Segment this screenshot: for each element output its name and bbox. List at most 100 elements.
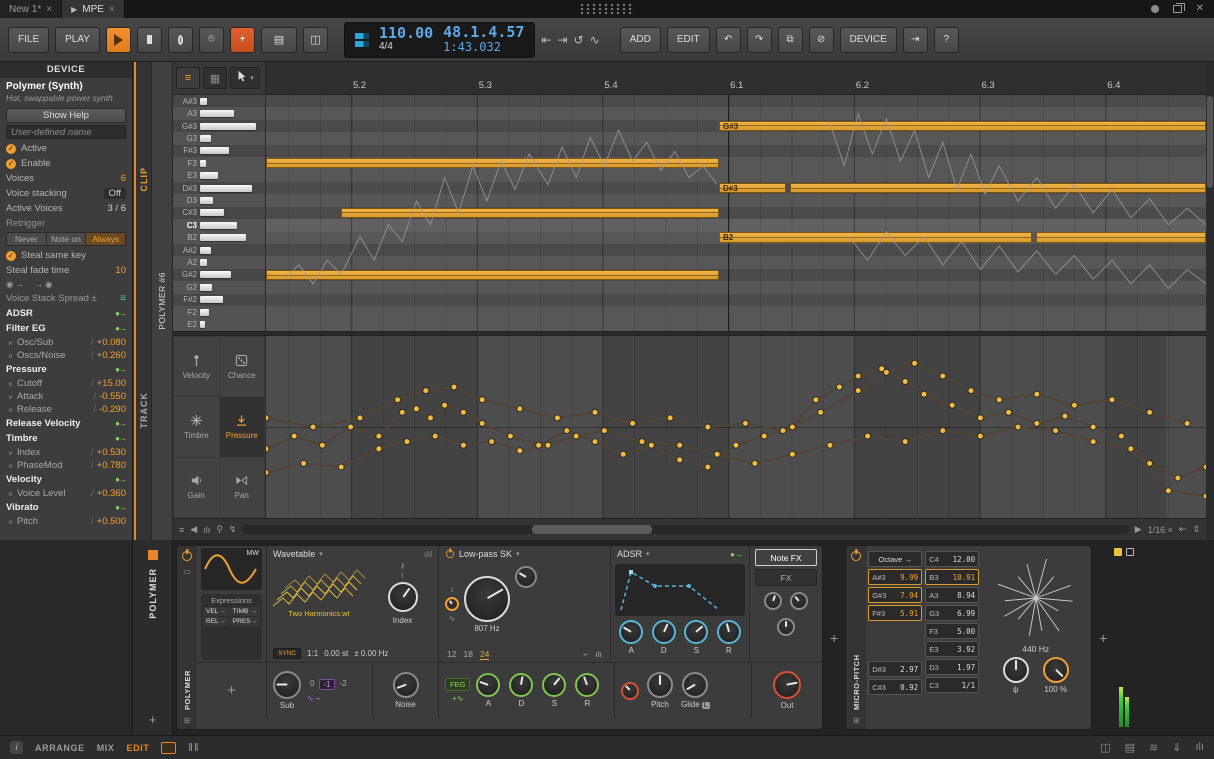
append-device-icon[interactable]: + (1099, 630, 1107, 646)
piano-key-A3[interactable]: A3 (173, 107, 265, 119)
mod-target-row[interactable]: ×Index/+0.530 (0, 446, 132, 459)
grid-resolution-label[interactable]: 1/16 × (1148, 525, 1173, 535)
mod-amount-value[interactable]: +0.500 (97, 516, 126, 527)
expand-icon[interactable]: ▭ (183, 567, 191, 576)
key-level-bar[interactable] (200, 209, 224, 216)
semitone-value[interactable]: 0.00 st (324, 649, 348, 658)
cutoff-knob[interactable] (464, 576, 510, 622)
key-level-bar[interactable] (200, 197, 213, 204)
knob-dial[interactable] (717, 620, 741, 644)
knob-dial[interactable] (542, 673, 566, 697)
key-level-bar[interactable] (200, 123, 256, 130)
project-tab-new1[interactable]: New 1* × (0, 0, 62, 18)
vertical-scrollbar[interactable] (1206, 62, 1214, 540)
mod-amount-value[interactable]: -0.290 (99, 404, 126, 415)
inspector-field[interactable]: Voice stackingOff (0, 186, 132, 201)
remove-mod-icon[interactable]: × (8, 351, 13, 361)
clip-cell-yellow[interactable] (1114, 548, 1122, 556)
pitch-cell-Cs3[interactable]: C#30.92 (868, 679, 922, 695)
micro-pitch-device-name[interactable]: MICRO-PITCH (852, 567, 861, 710)
sub-knob[interactable] (273, 671, 301, 699)
glide-knob[interactable] (682, 672, 708, 698)
engine-status-icon[interactable] (1151, 5, 1159, 13)
filter-power-icon[interactable] (446, 550, 454, 558)
remove-mod-icon[interactable]: × (8, 448, 13, 458)
mod-target-row[interactable]: ×Voice Level/+0.360 (0, 487, 132, 500)
envelope-display[interactable] (615, 564, 745, 616)
feg-a-knob[interactable]: A (476, 673, 500, 708)
mod-amount-value[interactable]: +0.080 (97, 337, 126, 348)
lane-button-gain[interactable]: Gain (174, 458, 219, 517)
sub-octave-0[interactable]: 0 (307, 679, 317, 690)
spectrum-toggle-icon[interactable]: ılı (595, 649, 602, 659)
reference-knob[interactable] (1003, 657, 1029, 683)
pitch-cell-G3[interactable]: G36.99 (925, 605, 979, 621)
knob-dial[interactable] (684, 620, 708, 644)
info-icon[interactable]: i (10, 741, 23, 754)
close-window-icon[interactable]: ✕ (1196, 4, 1204, 14)
remote-controls-icon[interactable]: ⊞ (184, 716, 191, 725)
device-view-button[interactable]: DEVICE (840, 27, 897, 53)
polymer-device[interactable]: ▭ POLYMER ⊞ MW Expressions VEL→TIMB→REL→… (176, 545, 823, 730)
piano-key-As2[interactable]: A#2 (173, 244, 265, 256)
mixer-panel-toggle[interactable]: ‖‖ (188, 742, 199, 754)
knob-dial[interactable] (575, 673, 599, 697)
pitch-cell-E3[interactable]: E33.92 (925, 641, 979, 657)
midi-note[interactable]: B2 (719, 232, 1032, 243)
filter-type-selector[interactable]: Low-pass SK (459, 549, 512, 559)
piano-key-G3[interactable]: G3 (173, 132, 265, 144)
slope-18-button[interactable]: 18 (463, 649, 472, 660)
sub-octave--2[interactable]: -2 (337, 679, 350, 690)
mod-curve-icon[interactable]: / (91, 378, 94, 389)
mod-source-header[interactable]: Vibrato●→ (0, 500, 132, 515)
key-level-bar[interactable] (200, 271, 231, 278)
horizontal-scrollbar[interactable] (242, 525, 1128, 534)
inspector-field[interactable]: Voices6 (0, 171, 132, 186)
mod-source-header[interactable]: Pressure●→ (0, 362, 132, 377)
remove-mod-icon[interactable]: × (8, 405, 13, 415)
keytrack-toggle-icon[interactable]: ⌐ (583, 649, 588, 659)
zoom-fit-icon[interactable]: ⇤ (1179, 524, 1187, 535)
piano-key-F3[interactable]: F3 (173, 157, 265, 169)
piano-key-Gs2[interactable]: G#2 (173, 269, 265, 281)
piano-key-Cs3[interactable]: C#3 (173, 207, 265, 219)
time-signature-value[interactable]: 4/4 (379, 42, 433, 53)
mod-amount-value[interactable]: +0.530 (97, 447, 126, 458)
clip-panel-toggle[interactable] (161, 742, 176, 754)
close-tab-icon[interactable]: × (46, 4, 52, 15)
add-track-button[interactable]: ADD (620, 27, 661, 53)
expression-chip-timb[interactable]: TIMB→ (230, 607, 260, 616)
layers-icon[interactable]: ≡ (179, 525, 184, 535)
feg-r-knob[interactable]: R (575, 673, 599, 708)
view-switch-edit[interactable]: EDIT (127, 743, 150, 753)
field-value[interactable]: Off (104, 188, 127, 199)
midi-note[interactable]: G#3 (719, 121, 1206, 132)
pitch-cell-Fs3[interactable]: F#35.91 (868, 605, 922, 621)
key-level-bar[interactable] (200, 234, 246, 241)
expression-chip-pres[interactable]: PRES→ (230, 617, 260, 626)
remove-mod-icon[interactable]: × (8, 392, 13, 402)
punch-in-icon[interactable]: ⇤ (541, 33, 551, 47)
expression-chip-rel[interactable]: REL→ (203, 617, 229, 626)
fine-tune-value[interactable]: ± 0.00 Hz (354, 649, 388, 658)
retrigger-option-never[interactable]: Never (7, 233, 47, 245)
key-level-bar[interactable] (200, 147, 229, 154)
redo-button[interactable]: ↷ (747, 27, 772, 53)
pitch-wheel-display[interactable] (990, 552, 1082, 644)
mod-target-row[interactable]: ×Release/-0.290 (0, 403, 132, 416)
vscrollbar-thumb[interactable] (1207, 96, 1213, 188)
midi-note[interactable] (266, 158, 719, 169)
knob-dial[interactable] (619, 620, 643, 644)
glide-legato-badge[interactable]: L (702, 702, 710, 709)
key-level-bar[interactable] (200, 222, 237, 229)
polymer-device-name[interactable]: POLYMER (183, 582, 192, 710)
pitch-cell-Ds3[interactable]: D#32.97 (868, 661, 922, 677)
spectrum-icon[interactable]: ılıl (424, 550, 432, 559)
feg-chip[interactable]: FEG (445, 678, 470, 691)
tempo-value[interactable]: 110.00 (379, 26, 433, 42)
arranger-display-button[interactable]: ◫ (303, 27, 328, 53)
sub-wave-icons[interactable]: ∿⌁ (307, 694, 350, 703)
edit-menu-button[interactable]: EDIT (667, 27, 710, 53)
mod-source-header[interactable]: ADSR●→ (0, 306, 132, 321)
beat-ruler[interactable]: 5.25.35.46.16.26.36.4 (266, 62, 1206, 95)
